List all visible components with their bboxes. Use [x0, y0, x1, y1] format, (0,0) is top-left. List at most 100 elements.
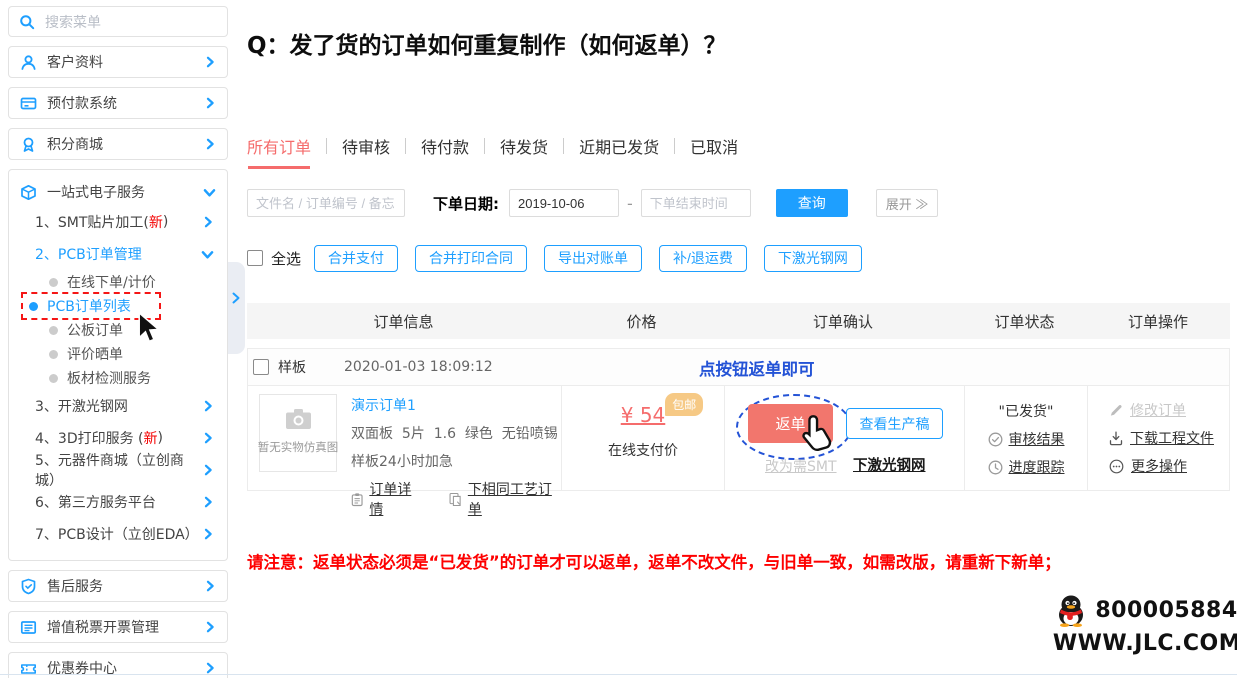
tab-divider — [484, 138, 486, 154]
sidebar-item-smt[interactable]: 1、SMT贴片加工(新) — [9, 206, 227, 238]
sidebar-item-pcb-design-eda[interactable]: 7、PCB设计（立创EDA） — [9, 518, 227, 550]
date-range-separator: - — [627, 193, 633, 213]
sidebar-item-prepayment[interactable]: 预付款系统 — [8, 87, 228, 119]
page-root: 客户资料 预付款系统 积分商城 — [0, 0, 1237, 678]
chevron-right-icon — [202, 432, 214, 444]
sidebar-item-laser-stencil[interactable]: 3、开激光钢网 — [9, 390, 227, 422]
sidebar-item-points-mall[interactable]: 积分商城 — [8, 128, 228, 160]
date-end-input[interactable] — [640, 189, 751, 217]
sidebar-item-label: 客户资料 — [47, 55, 103, 71]
search-button[interactable]: 查询 — [775, 189, 848, 217]
item-label: 3、开激光钢网 — [35, 399, 128, 415]
order-checkbox[interactable] — [253, 359, 269, 375]
tab-all-orders[interactable]: 所有订单 — [247, 134, 311, 169]
order-name-link[interactable]: 演示订单1 — [351, 395, 416, 415]
hand-cursor-icon — [802, 415, 832, 451]
order-detail-link[interactable]: 订单详情 — [351, 479, 422, 519]
expand-button[interactable]: 展开 ≫ — [875, 189, 939, 217]
sidebar-item-review-share[interactable]: 评价晒单 — [9, 342, 227, 366]
progress-tracking-link[interactable]: 进度跟踪 — [988, 457, 1065, 477]
tab-cancelled[interactable]: 已取消 — [690, 134, 738, 158]
order-row-body: 暂无实物仿真图 演示订单1 双面板 5片 1.6 绿色 无铅喷锡 样板24小时加… — [248, 386, 1231, 518]
sidebar-item-pcb-order-list[interactable]: PCB订单列表 — [9, 292, 227, 320]
sidebar-item-public-board-order[interactable]: 公板订单 — [9, 318, 227, 342]
sidebar-item-label: 售后服务 — [47, 579, 103, 595]
sidebar-group-label: 一站式电子服务 — [47, 185, 145, 201]
card-icon — [20, 95, 37, 112]
search-input[interactable] — [43, 12, 217, 31]
item-label: 6、第三方服务平台 — [35, 495, 156, 511]
item-label: 在线下单/计价 — [67, 275, 156, 291]
item-label: 4、3D打印服务 ( — [35, 431, 144, 447]
order-specs-line2: 样板24小时加急 — [351, 454, 453, 470]
edit-order-link[interactable]: 修改订单 — [1109, 400, 1186, 420]
sidebar-item-online-order[interactable]: 在线下单/计价 — [9, 270, 227, 294]
sidebar-item-pcb-order-management[interactable]: 2、PCB订单管理 — [9, 238, 227, 270]
order-row: 样板 2020-01-03 18:09:12 点按钮返单即可 暂无实物仿真图 演… — [247, 348, 1231, 518]
col-header-order-actions: 订单操作 — [1127, 312, 1188, 331]
sidebar-item-one-stop-service[interactable]: 一站式电子服务 — [9, 178, 227, 206]
qq-number: 800005884 — [1095, 598, 1237, 623]
item-label-suffix: ) — [162, 214, 169, 230]
keyword-input[interactable] — [247, 189, 405, 217]
laser-stencil-button[interactable]: 下激光钢网 — [763, 244, 862, 272]
export-statement-button[interactable]: 导出对账单 — [544, 244, 643, 272]
merge-pay-button[interactable]: 合并支付 — [314, 244, 399, 272]
tab-recently-shipped[interactable]: 近期已发货 — [579, 134, 659, 158]
sidebar-item-third-party-platform[interactable]: 6、第三方服务平台 — [9, 486, 227, 518]
shield-icon — [20, 578, 37, 595]
table-header-row: 订单信息 价格 订单确认 订单状态 订单操作 — [247, 303, 1230, 339]
tab-pending-shipment[interactable]: 待发货 — [500, 134, 548, 158]
item-label: 2、PCB订单管理 — [35, 247, 142, 263]
bullet-dot-icon — [49, 373, 58, 383]
cube-icon — [20, 184, 37, 201]
order-stencil-link[interactable]: 下激光钢网 — [853, 454, 926, 475]
more-icon — [1109, 459, 1124, 473]
sidebar-collapse-handle[interactable] — [228, 262, 245, 354]
item-label: 板材检测服务 — [67, 371, 151, 387]
sidebar-item-vat-invoice[interactable]: 增值税票开票管理 — [8, 611, 228, 643]
bullet-dot-icon — [29, 301, 38, 311]
bulk-actions-bar: 全选 合并支付 合并打印合同 导出对账单 补/退运费 下激光钢网 — [247, 244, 862, 272]
bullet-dot-icon — [49, 349, 58, 359]
order-confirm-cell: 返单 查看生产稿 改为需SMT 下激光钢网 — [724, 386, 964, 490]
more-actions-link[interactable]: 更多操作 — [1109, 456, 1187, 476]
review-result-link[interactable]: 审核结果 — [988, 429, 1065, 449]
tab-pending-review[interactable]: 待审核 — [342, 134, 390, 158]
sidebar-search-box[interactable] — [8, 6, 228, 37]
chevron-right-icon — [204, 97, 216, 109]
bullet-dot-icon — [49, 277, 58, 287]
shipping-fee-adjust-button[interactable]: 补/退运费 — [659, 244, 747, 272]
merge-print-contract-button[interactable]: 合并打印合同 — [415, 244, 528, 272]
tab-divider — [674, 138, 676, 154]
item-label: 评价晒单 — [67, 347, 123, 363]
check-circle-icon — [988, 432, 1002, 446]
sidebar-item-customer-info[interactable]: 客户资料 — [8, 46, 228, 78]
chevron-right-icon — [204, 138, 216, 150]
new-badge: 新 — [143, 431, 158, 447]
sidebar-item-board-testing[interactable]: 板材检测服务 — [9, 366, 227, 390]
select-all-checkbox[interactable] — [247, 250, 263, 266]
date-start-input[interactable] — [509, 189, 619, 217]
chevron-right-icon — [204, 621, 216, 633]
copy-document-icon — [450, 492, 462, 506]
order-specs-line1: 双面板 5片 1.6 绿色 无铅喷锡 — [351, 426, 558, 442]
sidebar-item-label: 积分商城 — [47, 137, 103, 153]
item-label: 公板订单 — [67, 323, 123, 339]
sidebar-item-after-sales[interactable]: 售后服务 — [8, 570, 228, 602]
tab-pending-payment[interactable]: 待付款 — [421, 134, 469, 158]
annotation-click-hint: 点按钮返单即可 — [699, 360, 815, 379]
change-to-smt-link[interactable]: 改为需SMT — [765, 456, 837, 476]
price-note: 在线支付价 — [608, 443, 678, 459]
order-thumbnail[interactable]: 暂无实物仿真图 — [258, 394, 338, 472]
item-label: 5、元器件商城（立创商城） — [35, 453, 184, 489]
sidebar-item-components-mall[interactable]: 5、元器件商城（立创商城） — [9, 453, 227, 489]
view-production-file-button[interactable]: 查看生产稿 — [846, 408, 943, 439]
chevron-right-icon — [202, 528, 214, 540]
orders-table: 订单信息 价格 订单确认 订单状态 订单操作 样板 2020-01-03 18:… — [247, 303, 1231, 518]
chevron-right-icon — [202, 400, 214, 412]
order-actions-cell: 修改订单 下载工程文件 更多操作 — [1087, 386, 1231, 490]
download-files-link[interactable]: 下载工程文件 — [1109, 428, 1214, 448]
same-process-order-link[interactable]: 下相同工艺订单 — [449, 479, 561, 519]
tab-divider — [405, 138, 407, 154]
